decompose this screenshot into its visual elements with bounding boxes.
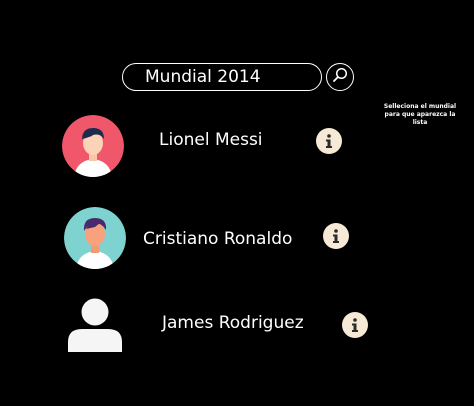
list-item: Cristiano Ronaldo <box>0 206 474 276</box>
player-name: James Rodriguez <box>162 313 304 333</box>
avatar <box>62 115 124 177</box>
info-icon <box>348 317 362 333</box>
search-value: Mundial 2014 <box>145 67 261 87</box>
search-input[interactable]: Mundial 2014 <box>122 63 322 91</box>
info-icon <box>329 228 343 244</box>
list-item: James Rodriguez <box>0 292 474 362</box>
info-button[interactable] <box>342 312 368 338</box>
info-button[interactable] <box>316 128 342 154</box>
search-icon <box>331 66 349 88</box>
info-icon <box>322 133 336 149</box>
player-name: Lionel Messi <box>159 130 263 150</box>
avatar <box>64 207 126 269</box>
player-name: Cristiano Ronaldo <box>143 229 293 249</box>
list-item: Lionel Messi <box>0 112 474 182</box>
avatar <box>66 296 124 352</box>
info-button[interactable] <box>323 223 349 249</box>
search-button[interactable] <box>326 63 354 91</box>
